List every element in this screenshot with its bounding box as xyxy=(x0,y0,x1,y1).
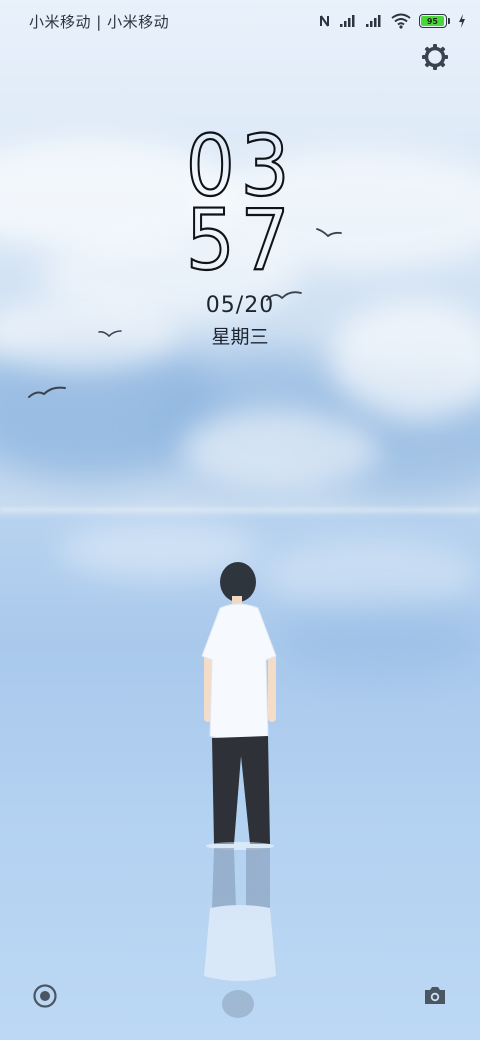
battery-level: 95 xyxy=(421,16,444,26)
clock-minute: 57 xyxy=(184,191,295,289)
charging-icon xyxy=(459,14,465,28)
signal-icon-sim2 xyxy=(366,15,381,27)
camera-icon[interactable] xyxy=(423,984,447,1006)
carrier-label: 小米移动 | 小米移动 xyxy=(29,12,170,31)
gear-icon[interactable] xyxy=(420,42,450,72)
weekday-label: 星期三 xyxy=(211,326,269,348)
nfc-icon xyxy=(320,15,329,27)
date-label: 05/20 xyxy=(205,293,275,318)
record-icon[interactable] xyxy=(32,983,58,1009)
signal-icon-sim1 xyxy=(340,15,355,27)
person-illustration xyxy=(201,562,277,1018)
seagull-icon xyxy=(28,386,66,398)
battery-icon: 95 xyxy=(419,14,450,28)
status-bar: 小米移动 | 小米移动 95 xyxy=(0,0,480,42)
wifi-icon xyxy=(391,13,411,29)
